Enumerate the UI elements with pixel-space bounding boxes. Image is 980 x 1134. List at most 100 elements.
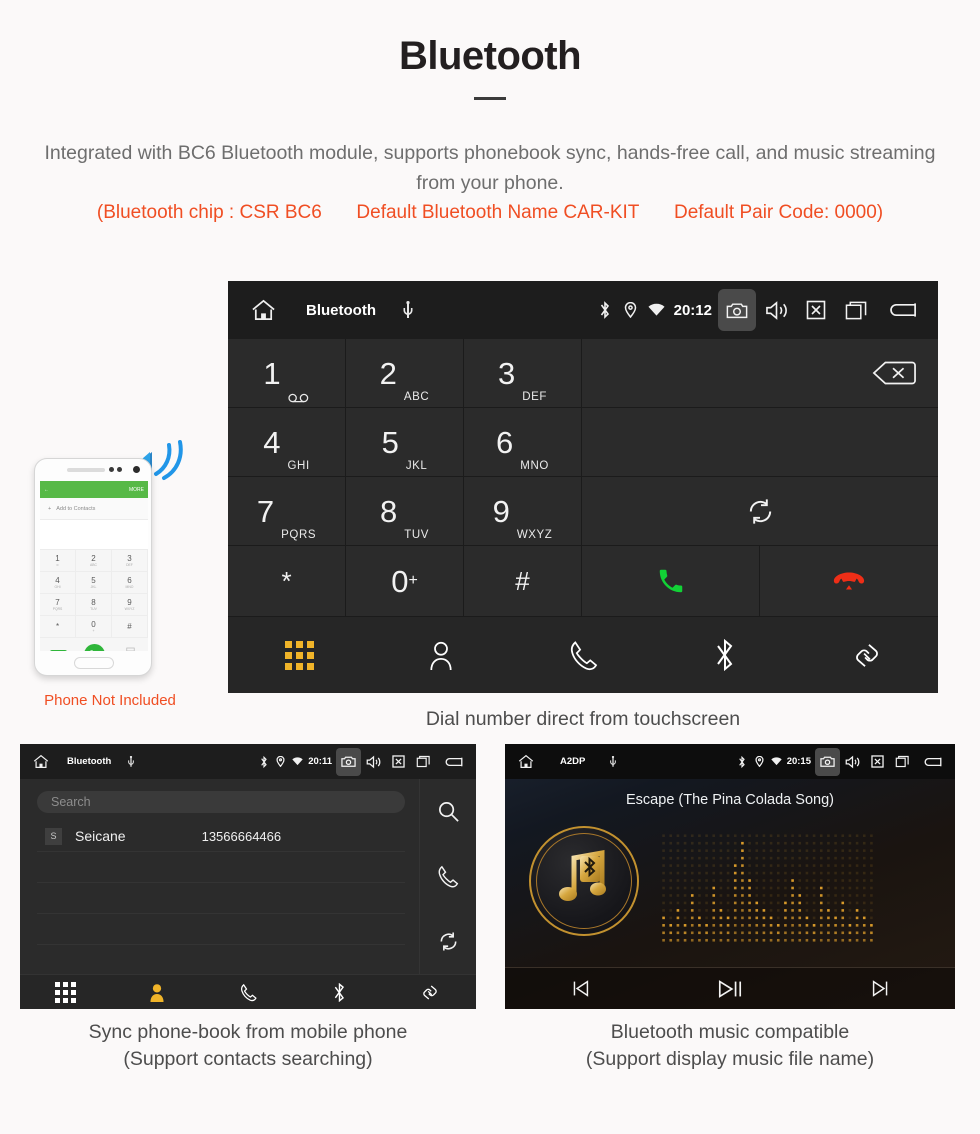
- nav-contacts[interactable]: [111, 983, 202, 1002]
- key-digit: 2: [91, 554, 96, 563]
- music-clock: 20:15: [786, 756, 811, 767]
- nav-bluetooth[interactable]: [654, 617, 796, 693]
- recent-apps-icon[interactable]: [411, 749, 436, 775]
- key-0[interactable]: 0 +: [346, 546, 464, 617]
- key-hash[interactable]: #: [464, 546, 582, 617]
- dialer-clock: 20:12: [673, 301, 712, 319]
- phone-mock-key: 3 DEF: [112, 550, 148, 572]
- phonebook-status-icons: 20:11: [255, 747, 468, 776]
- title-divider: [474, 97, 506, 100]
- key-star[interactable]: *: [228, 546, 346, 617]
- key-letters: GHI: [287, 460, 310, 472]
- camera-icon[interactable]: [336, 747, 361, 776]
- play-pause-button[interactable]: [655, 978, 805, 1000]
- contact-row-empty[interactable]: [37, 883, 405, 914]
- key-5[interactable]: 5 JKL: [346, 408, 464, 477]
- spec-bt-name: Default Bluetooth Name CAR-KIT: [356, 202, 640, 223]
- hangup-button[interactable]: [760, 546, 938, 617]
- nav-contacts[interactable]: [370, 617, 512, 693]
- key-digit: 4: [263, 424, 281, 460]
- nav-bluetooth[interactable]: [294, 982, 385, 1002]
- next-track-button[interactable]: [805, 979, 955, 998]
- key-6[interactable]: 6 MNO: [464, 408, 582, 477]
- recent-apps-icon[interactable]: [836, 290, 876, 330]
- nav-keypad[interactable]: [228, 617, 370, 693]
- sync-icon[interactable]: [437, 930, 460, 953]
- key-digit: 6: [496, 424, 514, 460]
- back-arrow-icon[interactable]: [876, 290, 924, 330]
- dialer-navbar: [228, 617, 938, 693]
- phone-mock-key: 6 MNO: [112, 572, 148, 594]
- back-arrow-icon: ←: [44, 486, 49, 493]
- call-button[interactable]: [582, 546, 760, 617]
- spec-pair-code: Default Pair Code: 0000): [673, 202, 884, 223]
- previous-track-icon: [571, 979, 590, 998]
- call-history-icon: [569, 640, 598, 671]
- phone-sensor: [109, 467, 114, 472]
- volume-icon[interactable]: [756, 290, 796, 330]
- key-8[interactable]: 8 TUV: [346, 477, 464, 546]
- close-box-icon[interactable]: [386, 749, 411, 775]
- nav-keypad[interactable]: [20, 981, 111, 1003]
- contact-row-empty[interactable]: [37, 914, 405, 945]
- key-letters: WXYZ: [516, 529, 553, 541]
- backspace-key[interactable]: [582, 339, 938, 408]
- sync-icon: [745, 496, 776, 527]
- music-note-bluetooth-icon: [554, 848, 614, 915]
- home-icon[interactable]: [246, 293, 280, 327]
- key-4[interactable]: 4 GHI: [228, 408, 346, 477]
- recent-apps-icon[interactable]: [890, 749, 915, 775]
- key-3[interactable]: 3 DEF: [464, 339, 582, 408]
- sync-key[interactable]: [582, 477, 938, 546]
- phone-mock-key: 5 JKL: [76, 572, 112, 594]
- previous-track-button[interactable]: [505, 979, 655, 998]
- nav-call-history[interactable]: [512, 617, 654, 693]
- home-icon[interactable]: [30, 751, 51, 772]
- call-history-icon[interactable]: [437, 865, 459, 888]
- phonebook-title: Bluetooth: [67, 756, 112, 767]
- contact-row-empty[interactable]: [37, 852, 405, 883]
- phonebook-caption: Sync phone-book from mobile phone (Suppo…: [20, 1019, 476, 1073]
- keypad-icon: [284, 640, 314, 670]
- nav-unlink[interactable]: [796, 617, 938, 693]
- phone-not-included-caption: Phone Not Included: [44, 692, 176, 709]
- back-arrow-icon[interactable]: [915, 749, 947, 775]
- close-box-icon[interactable]: [865, 749, 890, 775]
- add-contact-icon: [49, 650, 67, 651]
- back-arrow-icon[interactable]: [436, 749, 468, 775]
- key-digit: *: [281, 566, 292, 596]
- key-2[interactable]: 2 ABC: [346, 339, 464, 408]
- home-icon[interactable]: [515, 751, 536, 772]
- nav-unlink[interactable]: [385, 983, 476, 1002]
- key-digit: 3: [127, 554, 132, 563]
- wifi-icon: [644, 290, 670, 330]
- page-title: Bluetooth: [398, 34, 582, 78]
- close-box-icon[interactable]: [796, 290, 836, 330]
- phone-home-button: [74, 657, 114, 669]
- phonebook-caption-line1: Sync phone-book from mobile phone: [88, 1021, 408, 1043]
- phone-app-topbar: ← MORE: [40, 481, 148, 498]
- volume-icon[interactable]: [361, 749, 386, 775]
- phone-screen: ← MORE + Add to Contacts 1 ∞ 2 ABC 3 DEF 4 GHI 5…: [40, 481, 148, 651]
- camera-icon[interactable]: [718, 289, 756, 331]
- key-digit: 6: [127, 576, 132, 585]
- camera-icon[interactable]: [815, 747, 840, 776]
- key-7[interactable]: 7 PQRS: [228, 477, 346, 546]
- phonebook-list: Search S Seicane 13566664466: [20, 779, 419, 974]
- key-digit: 7: [256, 493, 275, 529]
- nav-call-history[interactable]: [202, 983, 293, 1002]
- search-input[interactable]: Search: [37, 791, 405, 813]
- search-icon[interactable]: [437, 800, 460, 823]
- key-9[interactable]: 9 WXYZ: [464, 477, 582, 546]
- key-1[interactable]: 1: [228, 339, 346, 408]
- contact-row[interactable]: S Seicane 13566664466: [37, 821, 405, 852]
- plus-icon: +: [48, 505, 52, 512]
- key-letters: TUV: [90, 607, 97, 611]
- key-digit: 4: [55, 576, 60, 585]
- key-digit: 9: [127, 598, 132, 607]
- music-statusbar: A2DP 20:15: [505, 744, 955, 779]
- usb-icon: [127, 755, 135, 768]
- volume-icon[interactable]: [840, 749, 865, 775]
- phone-mock-key: 9 WXYZ: [112, 594, 148, 616]
- key-digit: 5: [381, 424, 399, 460]
